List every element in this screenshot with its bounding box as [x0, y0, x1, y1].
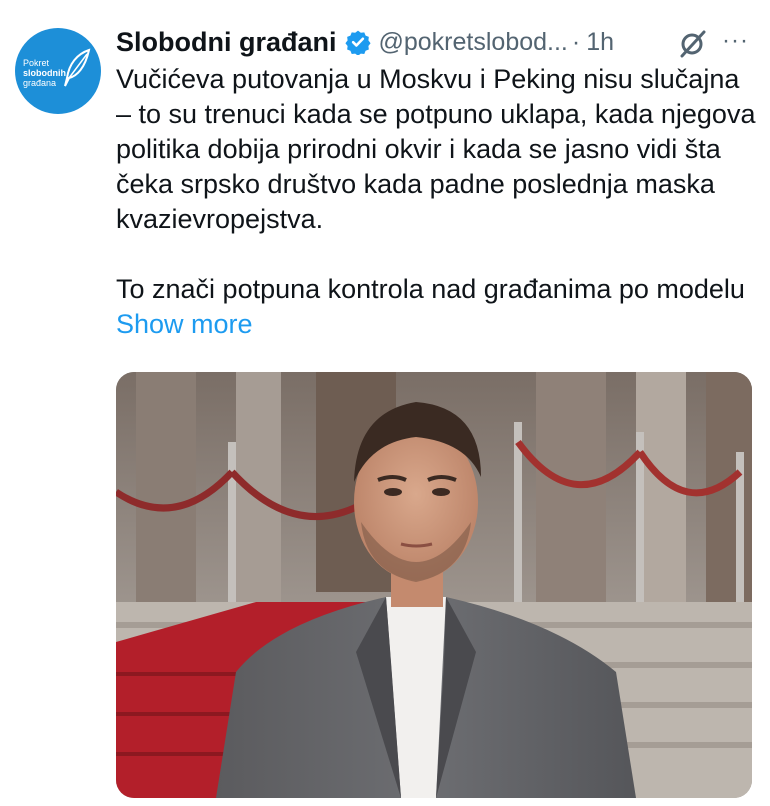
- show-more-link[interactable]: Show more: [116, 309, 253, 339]
- tweet-paragraph-1: Vučićeva putovanja u Moskvu i Peking nis…: [116, 64, 756, 234]
- more-options-icon[interactable]: ···: [722, 27, 749, 55]
- handle[interactable]: @pokretslobod...: [379, 28, 568, 57]
- tweet-photo[interactable]: [116, 372, 752, 798]
- photo-illustration: [116, 372, 752, 798]
- grok-icon[interactable]: [678, 30, 708, 58]
- tweet-paragraph-2-text: To znači potpuna kontrola nad građanima …: [116, 274, 745, 304]
- display-name[interactable]: Slobodni građani: [116, 27, 337, 58]
- tweet-header: Slobodni građani @pokretslobod... · 1h: [116, 24, 614, 60]
- timestamp[interactable]: 1h: [586, 28, 614, 57]
- separator-dot: ·: [571, 27, 581, 56]
- avatar-line-3: građana: [23, 78, 57, 88]
- avatar-line-1: Pokret: [23, 58, 50, 68]
- avatar[interactable]: Pokret slobodnih građana: [15, 28, 101, 114]
- tweet[interactable]: Pokret slobodnih građana Slobodni građan…: [0, 0, 770, 806]
- avatar-logo-text: Pokret slobodnih građana: [23, 58, 66, 88]
- tweet-text: Vučićeva putovanja u Moskvu i Peking nis…: [116, 62, 756, 342]
- avatar-line-2: slobodnih: [23, 68, 66, 78]
- tweet-paragraph-2: To znači potpuna kontrola nad građanima …: [116, 272, 756, 342]
- feather-icon: [64, 48, 91, 87]
- verified-badge-icon: [344, 30, 371, 55]
